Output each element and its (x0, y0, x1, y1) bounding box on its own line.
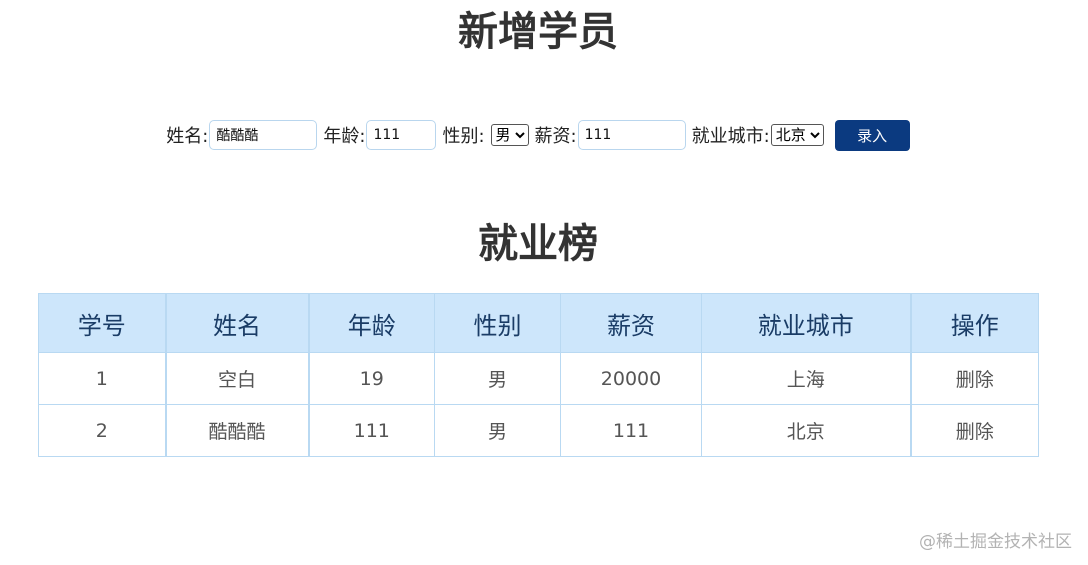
watermark: @稀土掘金技术社区 (919, 532, 1072, 552)
submit-button[interactable]: 录入 (834, 119, 910, 151)
table-header-row: 学号 姓名 年龄 性别 薪资 就业城市 操作 (38, 293, 1039, 353)
col-header-salary: 薪资 (560, 293, 702, 353)
table-row: 2 酷酷酷 111 男 111 北京 删除 (38, 404, 1039, 457)
page-title: 新增学员 (458, 9, 618, 55)
cell-gender: 男 (434, 404, 561, 457)
table-row: 1 空白 19 男 20000 上海 删除 (38, 352, 1039, 405)
cell-city: 上海 (701, 352, 911, 405)
cell-age: 19 (307, 352, 435, 405)
cell-city: 北京 (701, 404, 911, 457)
cell-id: 2 (38, 404, 166, 457)
cell-name: 空白 (164, 352, 309, 405)
gender-select[interactable]: 男 (490, 124, 529, 146)
gender-label: 性别: (442, 126, 485, 147)
age-label: 年龄: (323, 126, 366, 147)
cell-salary: 20000 (560, 352, 702, 405)
name-label: 姓名: (166, 126, 209, 147)
city-select[interactable]: 北京 (770, 124, 824, 146)
col-header-action: 操作 (909, 293, 1039, 353)
cell-salary: 111 (560, 404, 702, 457)
add-student-form: 姓名: 年龄: 性别: 男 薪资: 就业城市: 北京 录入 (0, 118, 1076, 152)
name-input[interactable] (209, 120, 318, 150)
cell-id: 1 (38, 352, 166, 405)
col-header-gender: 性别 (434, 293, 561, 353)
col-header-city: 就业城市 (701, 293, 911, 353)
salary-input[interactable] (577, 120, 686, 150)
ranking-table: 学号 姓名 年龄 性别 薪资 就业城市 操作 1 空白 19 男 20000 上… (38, 293, 1039, 457)
salary-label: 薪资: (534, 126, 577, 147)
col-header-age: 年龄 (307, 293, 435, 353)
cell-age: 111 (307, 404, 435, 457)
cell-gender: 男 (434, 352, 561, 405)
cell-name: 酷酷酷 (164, 404, 309, 457)
col-header-name: 姓名 (164, 293, 309, 353)
age-input[interactable] (366, 120, 437, 150)
ranking-title: 就业榜 (478, 221, 598, 267)
delete-link[interactable]: 删除 (909, 404, 1039, 457)
delete-link[interactable]: 删除 (909, 352, 1039, 405)
city-label: 就业城市: (691, 126, 770, 147)
col-header-id: 学号 (38, 293, 166, 353)
